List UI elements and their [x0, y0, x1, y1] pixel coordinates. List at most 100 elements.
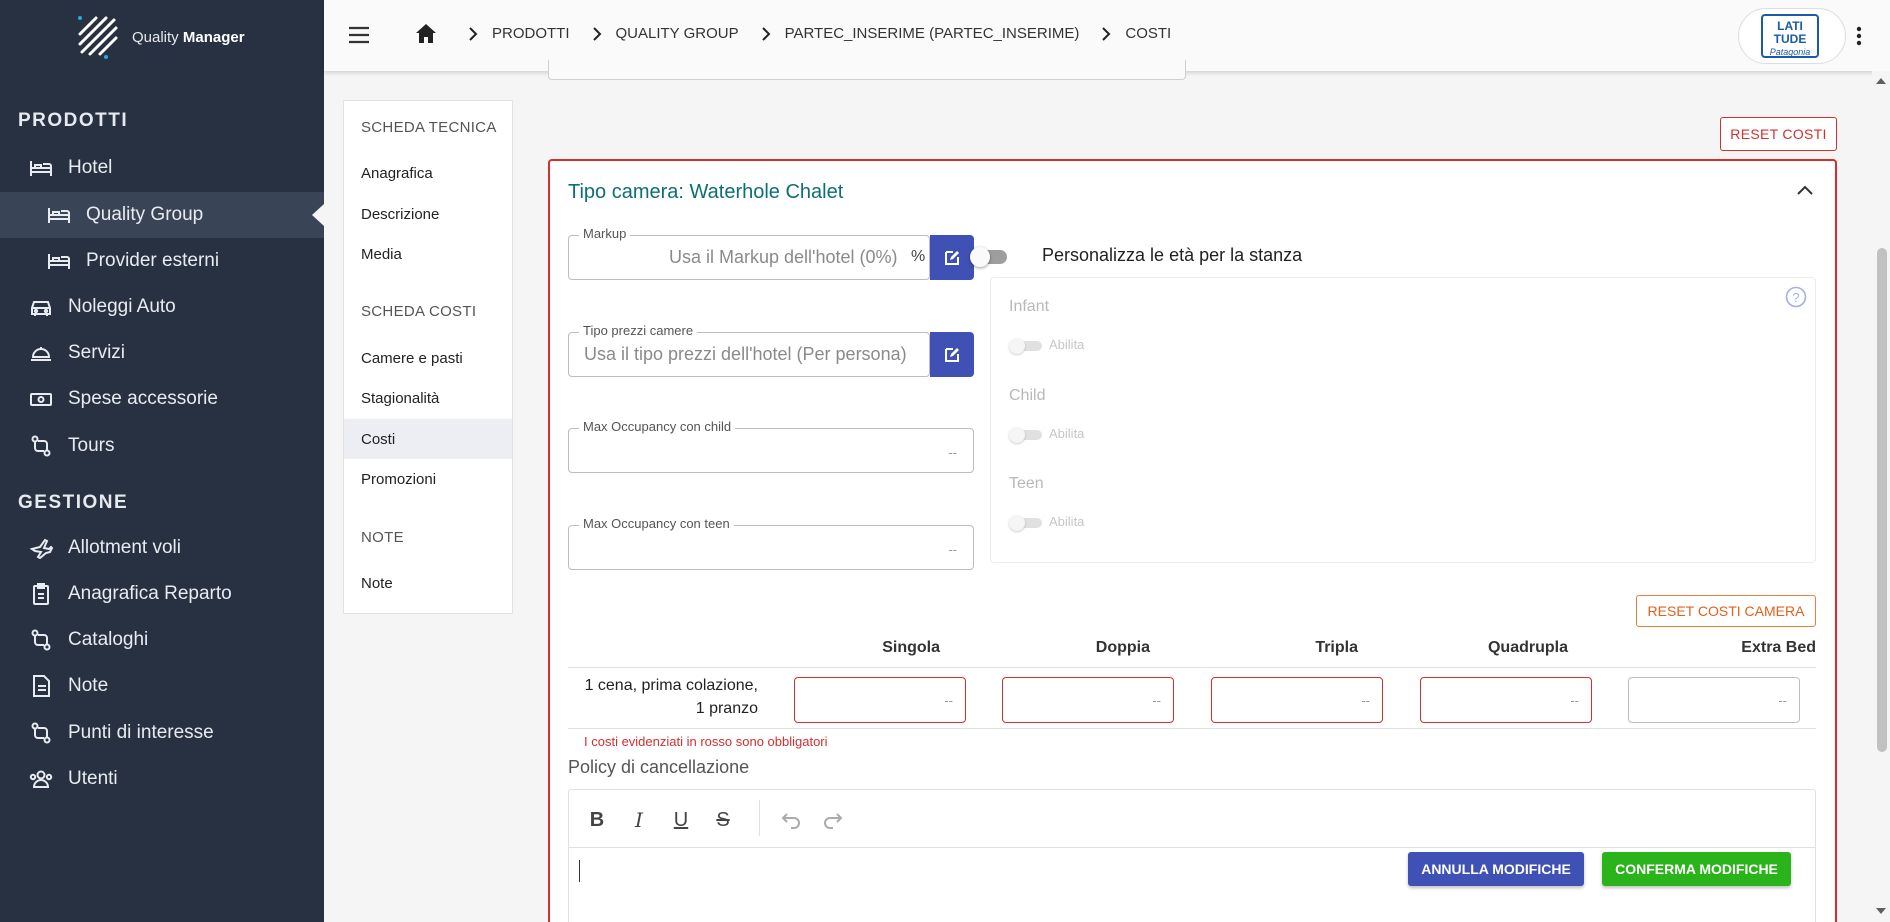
tipo-prezzi-label: Tipo prezzi camere	[579, 323, 698, 338]
cost-doppia-input[interactable]: --	[1002, 677, 1174, 723]
annulla-modifiche-button[interactable]: ANNULLA MODIFICHE	[1408, 852, 1584, 886]
scrollbar-thumb[interactable]	[1877, 248, 1887, 752]
age-child-title: Child	[1009, 387, 1046, 404]
redo-icon[interactable]	[821, 808, 845, 832]
row-label-line2: 1 pranzo	[695, 700, 758, 717]
max-occupancy-teen-value: --	[948, 542, 957, 557]
undo-icon[interactable]	[779, 808, 803, 832]
infant-enable-label: Abilita	[1049, 337, 1085, 352]
table-row-label: 1 cena, prima colazione, 1 pranzo	[568, 674, 758, 720]
column-quadrupla: Quadrupla	[1487, 639, 1568, 656]
menu-icon[interactable]	[348, 24, 370, 46]
chevron-right-icon	[592, 26, 602, 41]
bold-icon[interactable]: B	[585, 808, 609, 832]
sidebar-item-noleggi-auto[interactable]: Noleggi Auto	[0, 284, 324, 330]
column-singola: Singola	[882, 639, 940, 656]
table-divider	[568, 728, 1816, 729]
table-divider	[568, 667, 1816, 668]
brand-logo-text: LATI TUDE	[1773, 19, 1807, 46]
section-nav: SCHEDA TECNICA Anagrafica Descrizione Me…	[343, 100, 513, 614]
app-name: Quality Manager	[132, 28, 245, 46]
breadcrumb-prodotti[interactable]: PRODOTTI	[492, 25, 570, 42]
subnav-item-costi[interactable]: Costi	[344, 419, 512, 459]
age-settings-panel: ? Infant Abilita Child Abilita Teen Abil…	[990, 277, 1816, 563]
sidebar-item-spese-accessorie[interactable]: Spese accessorie	[0, 376, 324, 422]
sidebar-item-allotment-voli[interactable]: Allotment voli	[0, 525, 324, 571]
reset-costi-button[interactable]: RESET COSTI	[1720, 117, 1837, 151]
sidebar-item-punti-di-interesse[interactable]: Punti di interesse	[0, 710, 324, 756]
sidebar-item-utenti[interactable]: Utenti	[0, 756, 324, 802]
sidebar-item-label: Provider esterni	[86, 250, 220, 271]
subnav-item-camere-e-pasti[interactable]: Camere e pasti	[344, 338, 512, 378]
chevron-right-icon	[1101, 26, 1111, 41]
edit-icon	[945, 347, 959, 362]
reset-costi-camera-button[interactable]: RESET COSTI CAMERA	[1636, 595, 1816, 627]
age-teen-title: Teen	[1009, 475, 1044, 492]
column-tripla: Tripla	[1315, 639, 1358, 656]
help-icon[interactable]: ?	[1785, 286, 1807, 308]
subnav-item-promozioni[interactable]: Promozioni	[344, 459, 512, 499]
scroll-down-icon[interactable]	[1876, 908, 1886, 914]
sidebar-item-provider-esterni[interactable]: Provider esterni	[0, 238, 324, 284]
scroll-up-icon[interactable]	[1876, 78, 1886, 84]
edit-markup-button[interactable]	[930, 235, 974, 280]
sidebar: Quality Manager PRODOTTI Hotel Quality G…	[0, 0, 324, 922]
italic-icon[interactable]: I	[627, 808, 651, 832]
breadcrumb-product[interactable]: PARTEC_INSERIME (PARTEC_INSERIME)	[785, 25, 1080, 42]
cost-tripla-input[interactable]: --	[1211, 677, 1383, 723]
text-caret	[579, 860, 580, 882]
strikethrough-icon[interactable]: S	[711, 808, 735, 832]
route-icon	[28, 627, 54, 653]
teen-enable-label: Abilita	[1049, 514, 1085, 529]
subnav-section-scheda-tecnica: SCHEDA TECNICA	[361, 119, 497, 136]
toggle-thumb	[970, 247, 990, 267]
subnav-item-descrizione[interactable]: Descrizione	[344, 194, 512, 234]
sidebar-item-anagrafica-reparto[interactable]: Anagrafica Reparto	[0, 571, 324, 617]
sidebar-item-label: Quality Group	[86, 204, 204, 225]
cost-singola-input[interactable]: --	[794, 677, 966, 723]
underline-icon[interactable]: U	[669, 808, 693, 832]
personalizza-eta-toggle[interactable]	[970, 247, 1010, 267]
conferma-modifiche-button[interactable]: CONFERMA MODIFICHE	[1602, 852, 1791, 886]
max-occupancy-child-field[interactable]: Max Occupancy con child --	[568, 419, 974, 473]
cost-extra-bed-input[interactable]: --	[1628, 677, 1800, 723]
brand-logo: LATI TUDE Patagonia	[1761, 14, 1819, 58]
edit-tipo-prezzi-button[interactable]	[930, 332, 974, 377]
account-avatar[interactable]: LATI TUDE Patagonia	[1738, 8, 1846, 64]
subnav-item-note[interactable]: Note	[344, 563, 512, 603]
home-icon[interactable]	[414, 22, 438, 44]
sidebar-item-label: Note	[68, 675, 109, 696]
sidebar-item-cataloghi[interactable]: Cataloghi	[0, 617, 324, 663]
subnav-item-media[interactable]: Media	[344, 234, 512, 274]
subnav-item-anagrafica[interactable]: Anagrafica	[344, 153, 512, 193]
sidebar-item-quality-group[interactable]: Quality Group	[0, 192, 324, 238]
chevron-right-icon	[468, 26, 478, 41]
sidebar-item-note[interactable]: Note	[0, 663, 324, 709]
cost-quadrupla-input[interactable]: --	[1420, 677, 1592, 723]
bed-icon	[46, 202, 72, 228]
row-label-line1: 1 cena, prima colazione,	[584, 677, 758, 694]
tipo-prezzi-field[interactable]: Tipo prezzi camere Usa il tipo prezzi de…	[568, 323, 930, 377]
child-enable-toggle[interactable]	[1009, 425, 1049, 445]
infant-enable-toggle[interactable]	[1009, 336, 1049, 356]
cost-tripla-value: --	[1361, 693, 1370, 708]
breadcrumb-quality-group[interactable]: QUALITY GROUP	[616, 25, 739, 42]
cost-extra-bed-value: --	[1778, 693, 1787, 708]
markup-field[interactable]: Markup Usa il Markup dell'hotel (0%) %	[568, 226, 930, 280]
max-occupancy-teen-field[interactable]: Max Occupancy con teen --	[568, 516, 974, 570]
sidebar-section-prodotti: PRODOTTI	[18, 110, 129, 131]
sidebar-item-hotel[interactable]: Hotel	[0, 145, 324, 191]
tipo-prezzi-value: Usa il tipo prezzi dell'hotel (Per perso…	[584, 344, 907, 364]
subnav-item-stagionalita[interactable]: Stagionalità	[344, 378, 512, 418]
badge-icon	[28, 581, 54, 607]
sidebar-item-servizi[interactable]: Servizi	[0, 330, 324, 376]
sidebar-item-tours[interactable]: Tours	[0, 423, 324, 469]
chevron-up-icon[interactable]	[1797, 185, 1813, 195]
max-occupancy-teen-label: Max Occupancy con teen	[579, 516, 734, 531]
partial-field	[548, 60, 1186, 80]
app-logo[interactable]: Quality Manager	[76, 14, 245, 60]
personalizza-eta-label: Personalizza le età per la stanza	[1042, 245, 1303, 265]
edit-icon	[945, 250, 959, 265]
teen-enable-toggle[interactable]	[1009, 513, 1049, 533]
more-vert-icon[interactable]	[1856, 26, 1862, 46]
